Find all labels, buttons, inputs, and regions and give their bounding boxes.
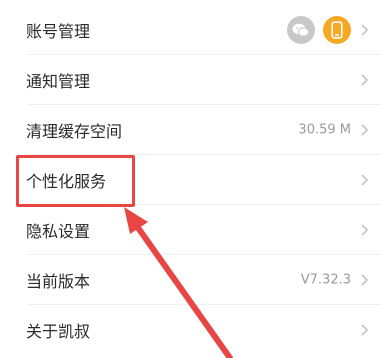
- chevron-right-icon: [361, 124, 369, 136]
- settings-item-about[interactable]: 关于凯叔: [0, 305, 381, 355]
- settings-item-privacy[interactable]: 隐私设置: [0, 205, 381, 255]
- cache-size-value: 30.59 M: [298, 122, 351, 138]
- settings-item-account[interactable]: 账号管理: [0, 5, 381, 55]
- settings-item-label: 关于凯叔: [26, 322, 91, 341]
- settings-screen: 账号管理 通知管理 清理缓存空间 30.59 M 个性化服务 隐私设置 当前版本…: [0, 0, 381, 358]
- settings-item-label: 隐私设置: [26, 222, 91, 241]
- chevron-right-icon: [361, 74, 369, 86]
- chevron-right-icon: [361, 24, 369, 36]
- chevron-right-icon: [361, 274, 369, 286]
- settings-item-notifications[interactable]: 通知管理: [0, 55, 381, 105]
- settings-item-clear-cache[interactable]: 清理缓存空间 30.59 M: [0, 105, 381, 155]
- settings-item-label: 通知管理: [26, 72, 91, 91]
- account-binding-icons: [287, 16, 351, 44]
- chevron-right-icon: [361, 224, 369, 236]
- settings-item-personalization[interactable]: 个性化服务: [0, 155, 381, 205]
- settings-item-label: 个性化服务: [26, 172, 107, 191]
- phone-icon[interactable]: [323, 16, 351, 44]
- wechat-icon[interactable]: [287, 16, 315, 44]
- settings-item-label: 清理缓存空间: [26, 122, 123, 141]
- settings-item-label: 账号管理: [26, 22, 91, 41]
- chevron-right-icon: [361, 174, 369, 186]
- settings-item-version[interactable]: 当前版本 V7.32.3: [0, 255, 381, 305]
- chevron-right-icon: [361, 324, 369, 336]
- settings-item-label: 当前版本: [26, 272, 91, 291]
- version-value: V7.32.3: [300, 272, 351, 288]
